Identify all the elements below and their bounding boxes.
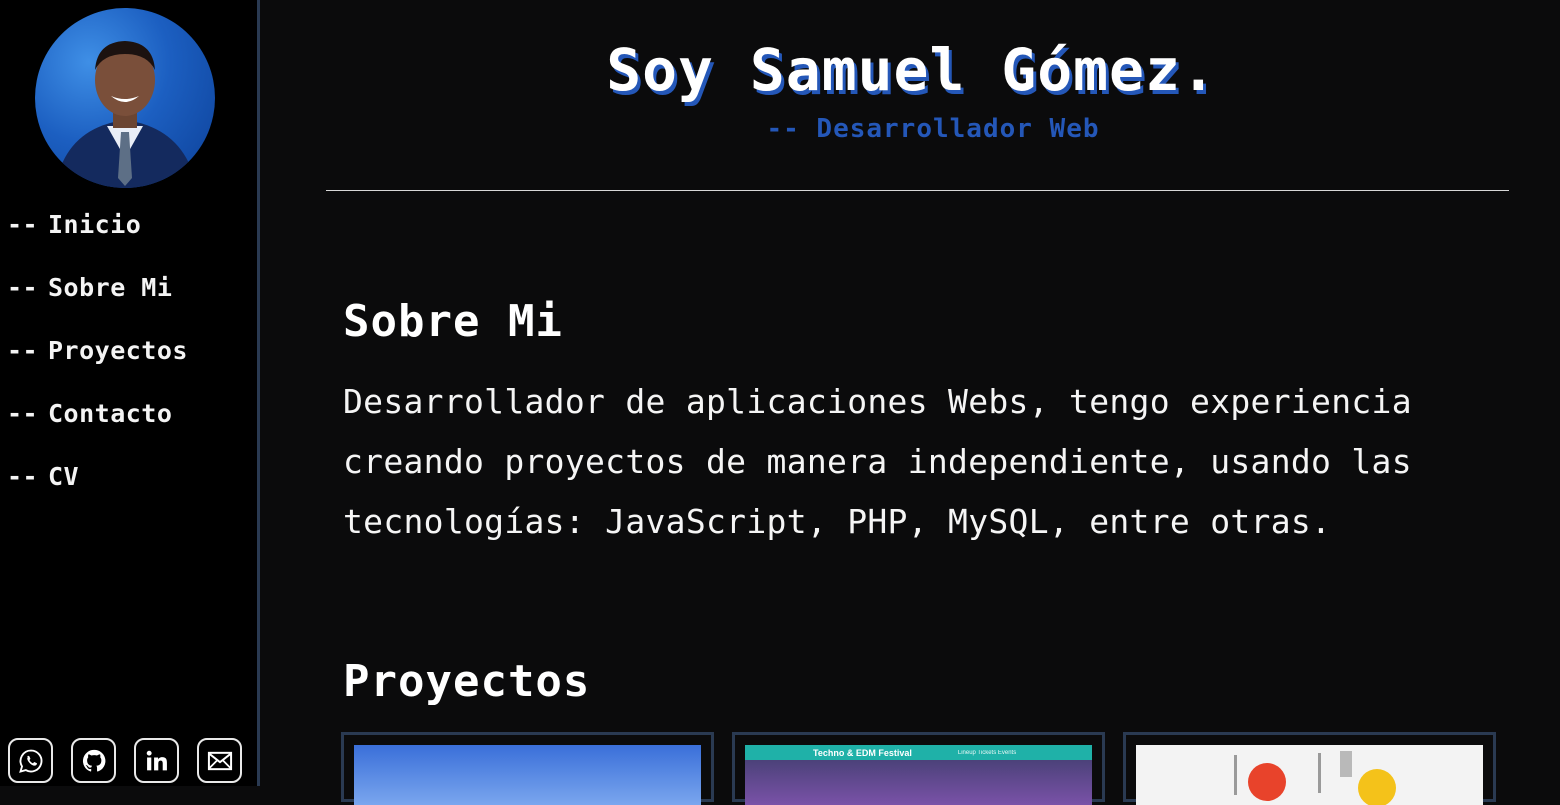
project-card[interactable] bbox=[1123, 732, 1496, 805]
nav-item-sobre-mi[interactable]: -- Sobre Mi bbox=[7, 273, 188, 336]
nav-item-cv[interactable]: -- CV bbox=[7, 462, 188, 525]
nav-item-inicio[interactable]: -- Inicio bbox=[7, 210, 188, 273]
github-button[interactable] bbox=[71, 738, 116, 783]
nav-item-proyectos[interactable]: -- Proyectos bbox=[7, 336, 188, 399]
nav-label: Sobre Mi bbox=[48, 273, 173, 302]
nav-label: Proyectos bbox=[48, 336, 188, 365]
whatsapp-button[interactable] bbox=[8, 738, 53, 783]
project-card[interactable]: Techno & EDM Festival Lineup Tickets Eve… bbox=[732, 732, 1105, 805]
linkedin-icon bbox=[146, 750, 167, 770]
main-content: Soy Samuel Gómez. -- Desarrollador Web S… bbox=[263, 0, 1560, 805]
about-text: Desarrollador de aplicaciones Webs, teng… bbox=[343, 382, 1412, 541]
nav-dash: -- bbox=[7, 399, 39, 428]
whatsapp-icon bbox=[18, 749, 42, 773]
project-thumbnail-festival: Techno & EDM Festival Lineup Tickets Eve… bbox=[745, 745, 1092, 805]
nav-dash: -- bbox=[7, 462, 39, 491]
project-thumbnail-sky bbox=[354, 745, 701, 805]
profile-photo-image bbox=[55, 41, 197, 188]
header-divider bbox=[326, 190, 1509, 191]
nav-label: Inicio bbox=[48, 210, 142, 239]
linkedin-button[interactable] bbox=[134, 738, 179, 783]
nav-dash: -- bbox=[7, 336, 39, 365]
projects-heading: Proyectos bbox=[343, 656, 591, 707]
project-card[interactable] bbox=[341, 732, 714, 805]
hero-subtitle: -- Desarrollador Web bbox=[766, 114, 1100, 144]
about-heading: Sobre Mi bbox=[343, 296, 563, 347]
nav-item-contacto[interactable]: -- Contacto bbox=[7, 399, 188, 462]
profile-avatar bbox=[35, 8, 215, 188]
sidebar: -- Inicio -- Sobre Mi -- Proyectos -- Co… bbox=[0, 0, 260, 786]
project-cards: Techno & EDM Festival Lineup Tickets Eve… bbox=[341, 732, 1496, 805]
github-icon bbox=[82, 749, 105, 772]
social-links bbox=[8, 738, 242, 783]
festival-site-menu: Lineup Tickets Events bbox=[957, 749, 1017, 756]
nav-dash: -- bbox=[7, 210, 39, 239]
festival-site-title: Techno & EDM Festival bbox=[813, 747, 912, 758]
nav-dash: -- bbox=[7, 273, 39, 302]
hero-title: Soy Samuel Gómez. bbox=[606, 36, 1217, 104]
nav-label: Contacto bbox=[48, 399, 173, 428]
project-thumbnail-illustration bbox=[1136, 745, 1483, 805]
mail-button[interactable] bbox=[197, 738, 242, 783]
nav-label: CV bbox=[48, 462, 80, 491]
mail-icon bbox=[207, 751, 232, 770]
festival-site-header: Techno & EDM Festival Lineup Tickets Eve… bbox=[745, 745, 1092, 760]
sidebar-nav: -- Inicio -- Sobre Mi -- Proyectos -- Co… bbox=[7, 210, 188, 525]
